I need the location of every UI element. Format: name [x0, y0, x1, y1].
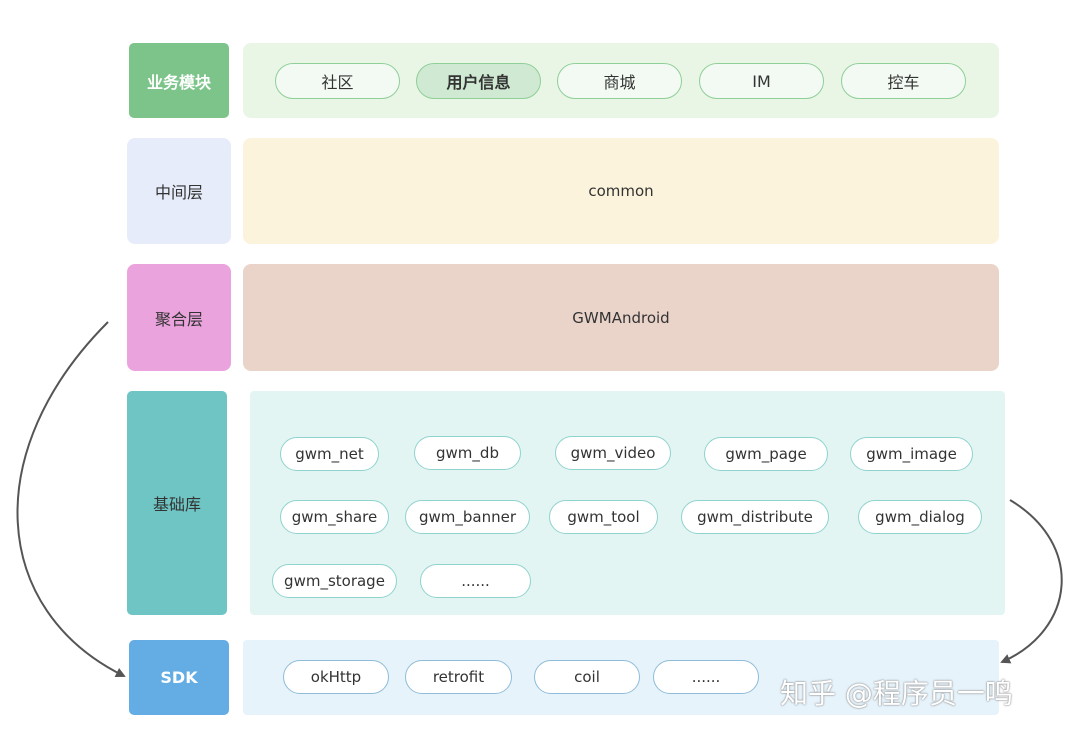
- lib-item-gwm-distribute[interactable]: gwm_distribute: [681, 500, 829, 534]
- module-item-label: 商城: [603, 73, 636, 92]
- sdk-item-label: retrofit: [432, 668, 485, 686]
- module-item-mall[interactable]: 商城: [557, 63, 682, 99]
- business-layer-label-text: 业务模块: [146, 72, 211, 92]
- sdk-layer-label-text: SDK: [160, 668, 198, 687]
- lib-item-label: ......: [461, 572, 490, 590]
- sdk-item-label: okHttp: [310, 668, 362, 686]
- lib-item-label: gwm_net: [295, 445, 364, 463]
- lib-item-label: gwm_share: [291, 508, 378, 526]
- sdk-item-retrofit[interactable]: retrofit: [405, 660, 512, 694]
- lib-item-label: gwm_db: [436, 444, 499, 462]
- lib-item-label: gwm_distribute: [697, 508, 813, 526]
- lib-item-gwm-banner[interactable]: gwm_banner: [405, 500, 530, 534]
- aggregation-layer-panel: GWMAndroid: [243, 264, 999, 371]
- module-item-label: IM: [752, 71, 771, 91]
- left-curved-arrow: [16, 321, 126, 677]
- module-item-im[interactable]: IM: [699, 63, 824, 99]
- aggregation-layer-label: 聚合层: [127, 264, 231, 371]
- lib-item-label: gwm_image: [866, 445, 957, 463]
- module-item-label: 用户信息: [446, 73, 511, 92]
- lib-item-gwm-tool[interactable]: gwm_tool: [549, 500, 658, 534]
- aggregation-layer-label-text: 聚合层: [154, 309, 203, 329]
- lib-item-gwm-page[interactable]: gwm_page: [704, 437, 828, 471]
- middle-layer-label-text: 中间层: [154, 183, 203, 202]
- middle-layer-label: 中间层: [127, 138, 231, 244]
- sdk-layer-label: SDK: [129, 640, 229, 715]
- lib-item-gwm-db[interactable]: gwm_db: [414, 436, 521, 470]
- business-layer-label: 业务模块: [129, 43, 229, 118]
- sdk-item-label: coil: [574, 668, 600, 686]
- lib-item-gwm-image[interactable]: gwm_image: [850, 437, 973, 471]
- module-item-vehicle-control[interactable]: 控车: [841, 63, 966, 99]
- lib-item-label: gwm_storage: [284, 572, 385, 590]
- aggregation-layer-content: GWMAndroid: [572, 308, 670, 327]
- lib-item-label: gwm_tool: [567, 508, 640, 526]
- sdk-item-label: ......: [691, 668, 721, 686]
- watermark: 知乎 @程序员一鸣: [780, 672, 1013, 712]
- lib-item-gwm-dialog[interactable]: gwm_dialog: [858, 500, 982, 534]
- lib-item-more[interactable]: ......: [420, 564, 531, 598]
- sdk-item-coil[interactable]: coil: [534, 660, 640, 694]
- sdk-item-more[interactable]: ......: [653, 660, 759, 694]
- base-layer-label: 基础库: [127, 391, 227, 615]
- middle-layer-panel: common: [243, 138, 999, 244]
- lib-item-gwm-net[interactable]: gwm_net: [280, 437, 379, 471]
- lib-item-label: gwm_page: [725, 445, 807, 463]
- right-curved-arrow: [1000, 499, 1063, 664]
- module-item-user-info[interactable]: 用户信息: [416, 63, 541, 99]
- lib-item-label: gwm_dialog: [875, 508, 965, 526]
- base-layer-label-text: 基础库: [152, 495, 201, 514]
- lib-item-label: gwm_video: [570, 444, 656, 462]
- module-item-community[interactable]: 社区: [275, 63, 400, 99]
- lib-item-gwm-video[interactable]: gwm_video: [555, 436, 671, 470]
- middle-layer-content: common: [588, 182, 654, 200]
- watermark-text: 知乎 @程序员一鸣: [780, 677, 1013, 710]
- module-item-label: 控车: [887, 73, 920, 92]
- sdk-item-okhttp[interactable]: okHttp: [283, 660, 389, 694]
- lib-item-gwm-storage[interactable]: gwm_storage: [272, 564, 397, 598]
- lib-item-label: gwm_banner: [418, 508, 517, 526]
- lib-item-gwm-share[interactable]: gwm_share: [280, 500, 389, 534]
- module-item-label: 社区: [321, 73, 354, 92]
